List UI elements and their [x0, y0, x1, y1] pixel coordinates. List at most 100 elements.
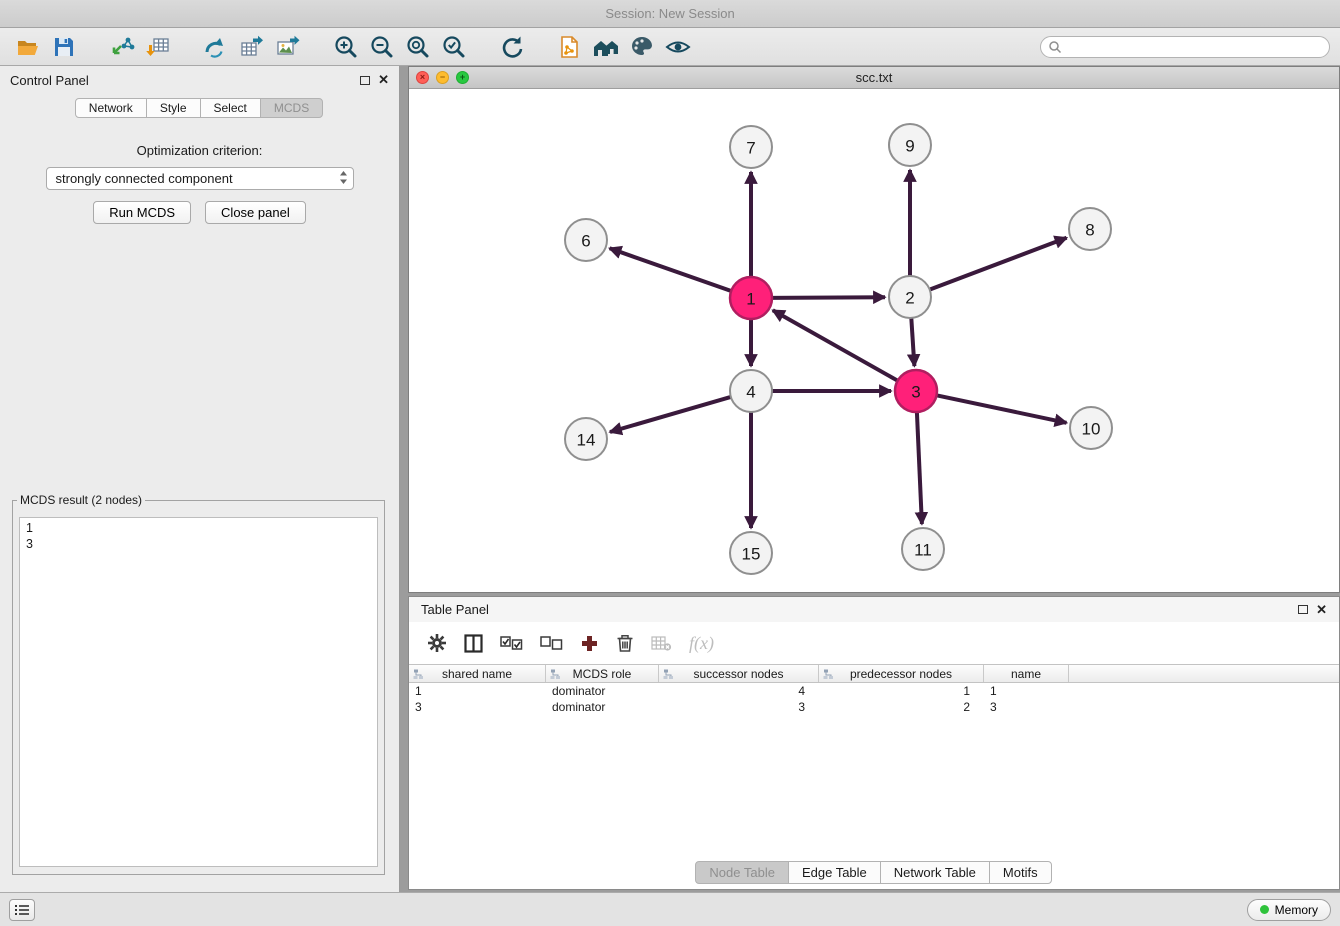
- control-panel-title: Control Panel: [10, 73, 89, 88]
- graph-edge-3-1[interactable]: [773, 310, 898, 380]
- graph-node-label-3: 3: [911, 383, 920, 402]
- graph-node-label-15: 15: [742, 545, 761, 564]
- tab-network-table[interactable]: Network Table: [880, 861, 990, 884]
- tab-select[interactable]: Select: [200, 98, 261, 118]
- close-control-panel-icon[interactable]: ✕: [378, 75, 389, 85]
- export-image-icon: [275, 34, 301, 60]
- open-session-button[interactable]: [10, 31, 46, 63]
- network-document-button[interactable]: [552, 31, 588, 63]
- table-row[interactable]: 3 dominator 3 2 3: [409, 699, 1339, 715]
- network-window-titlebar: × − + scc.txt: [409, 67, 1339, 89]
- table-column-headers: shared name MCDS role successor nodes pr…: [409, 664, 1339, 683]
- tab-motifs[interactable]: Motifs: [989, 861, 1052, 884]
- cell-name[interactable]: 3: [984, 700, 1069, 714]
- gear-icon: [427, 633, 447, 653]
- cell-predecessor-nodes[interactable]: 1: [819, 684, 984, 698]
- cell-shared-name[interactable]: 1: [409, 684, 546, 698]
- close-window-button[interactable]: ×: [416, 71, 429, 84]
- graph-edge-1-2[interactable]: [772, 297, 885, 298]
- save-icon: [52, 35, 76, 59]
- toggle-column-view-button[interactable]: [464, 634, 483, 653]
- graph-edge-2-8[interactable]: [930, 238, 1067, 290]
- unselect-all-columns-button[interactable]: [540, 636, 563, 651]
- zoom-fit-button[interactable]: [400, 31, 436, 63]
- table-panel-header: Table Panel ✕: [409, 597, 1339, 622]
- cell-shared-name[interactable]: 3: [409, 700, 546, 714]
- export-table-icon: [239, 34, 265, 60]
- tab-edge-table[interactable]: Edge Table: [788, 861, 881, 884]
- table-panel-title: Table Panel: [421, 602, 489, 617]
- network-document-icon: [557, 34, 583, 60]
- control-panel: Control Panel ✕ Network Style Select MCD…: [0, 66, 400, 892]
- export-image-button[interactable]: [270, 31, 306, 63]
- zoom-selected-button[interactable]: [436, 31, 472, 63]
- graph-edge-3-11[interactable]: [917, 412, 922, 524]
- window-titlebar: Session: New Session: [0, 0, 1340, 28]
- function-icon: f(x): [689, 633, 714, 654]
- column-header-successor-nodes[interactable]: successor nodes: [659, 665, 819, 682]
- column-header-name[interactable]: name: [984, 665, 1069, 682]
- mcds-result-line: 1: [26, 520, 371, 536]
- zoom-in-button[interactable]: [328, 31, 364, 63]
- cell-mcds-role[interactable]: dominator: [546, 700, 659, 714]
- cell-mcds-role[interactable]: dominator: [546, 684, 659, 698]
- add-column-button[interactable]: [580, 634, 599, 653]
- graph-node-label-14: 14: [577, 431, 596, 450]
- function-builder-button[interactable]: f(x): [689, 633, 714, 654]
- tab-node-table[interactable]: Node Table: [695, 861, 789, 884]
- cell-successor-nodes[interactable]: 4: [659, 684, 819, 698]
- column-header-shared-name[interactable]: shared name: [409, 665, 546, 682]
- cell-successor-nodes[interactable]: 3: [659, 700, 819, 714]
- import-table-button[interactable]: [140, 31, 176, 63]
- export-table-button[interactable]: [234, 31, 270, 63]
- graph-node-label-9: 9: [905, 137, 914, 156]
- column-header-mcds-role[interactable]: MCDS role: [546, 665, 659, 682]
- memory-button[interactable]: Memory: [1247, 899, 1331, 921]
- graph-edge-3-10[interactable]: [937, 395, 1067, 423]
- select-all-columns-button[interactable]: [500, 636, 523, 651]
- graph-edge-2-3[interactable]: [911, 318, 914, 366]
- tab-mcds[interactable]: MCDS: [260, 98, 323, 118]
- close-table-panel-icon[interactable]: ✕: [1316, 605, 1327, 615]
- column-header-predecessor-nodes[interactable]: predecessor nodes: [819, 665, 984, 682]
- zoom-out-icon: [369, 34, 395, 60]
- table-settings-button[interactable]: [427, 633, 447, 653]
- save-session-button[interactable]: [46, 31, 82, 63]
- zoom-fit-icon: [405, 34, 431, 60]
- tab-network[interactable]: Network: [75, 98, 147, 118]
- select-all-icon: [500, 636, 523, 651]
- home-network-button[interactable]: [588, 31, 624, 63]
- export-network-button[interactable]: [198, 31, 234, 63]
- task-history-button[interactable]: [9, 899, 35, 921]
- network-canvas[interactable]: 7968124314101511: [409, 89, 1339, 592]
- criterion-dropdown-value: strongly connected component: [56, 171, 233, 186]
- search-input[interactable]: [1040, 36, 1330, 58]
- apply-style-button[interactable]: [624, 31, 660, 63]
- tab-style[interactable]: Style: [146, 98, 201, 118]
- delete-column-button[interactable]: [616, 633, 634, 653]
- criterion-dropdown[interactable]: strongly connected component: [46, 167, 354, 190]
- close-panel-button[interactable]: Close panel: [205, 201, 306, 224]
- graph-edge-1-6[interactable]: [610, 248, 732, 291]
- float-table-panel-icon[interactable]: [1298, 605, 1308, 614]
- maximize-window-button[interactable]: +: [456, 71, 469, 84]
- main-toolbar: [0, 28, 1340, 66]
- mcds-result-title: MCDS result (2 nodes): [17, 493, 145, 507]
- graph-node-label-10: 10: [1082, 420, 1101, 439]
- graph-node-label-11: 11: [914, 541, 932, 560]
- refresh-button[interactable]: [494, 31, 530, 63]
- zoom-out-button[interactable]: [364, 31, 400, 63]
- show-hide-button[interactable]: [660, 31, 696, 63]
- minimize-window-button[interactable]: −: [436, 71, 449, 84]
- graph-edge-4-14[interactable]: [610, 397, 731, 432]
- float-control-panel-icon[interactable]: [360, 76, 370, 85]
- cell-name[interactable]: 1: [984, 684, 1069, 698]
- cell-predecessor-nodes[interactable]: 2: [819, 700, 984, 714]
- mcds-result-text[interactable]: 1 3: [19, 517, 378, 867]
- graph-node-label-1: 1: [746, 290, 755, 309]
- import-network-button[interactable]: [104, 31, 140, 63]
- run-mcds-button[interactable]: Run MCDS: [93, 201, 191, 224]
- delete-table-button[interactable]: [651, 635, 672, 651]
- table-row[interactable]: 1 dominator 4 1 1: [409, 683, 1339, 699]
- network-graph[interactable]: 7968124314101511: [409, 89, 1339, 592]
